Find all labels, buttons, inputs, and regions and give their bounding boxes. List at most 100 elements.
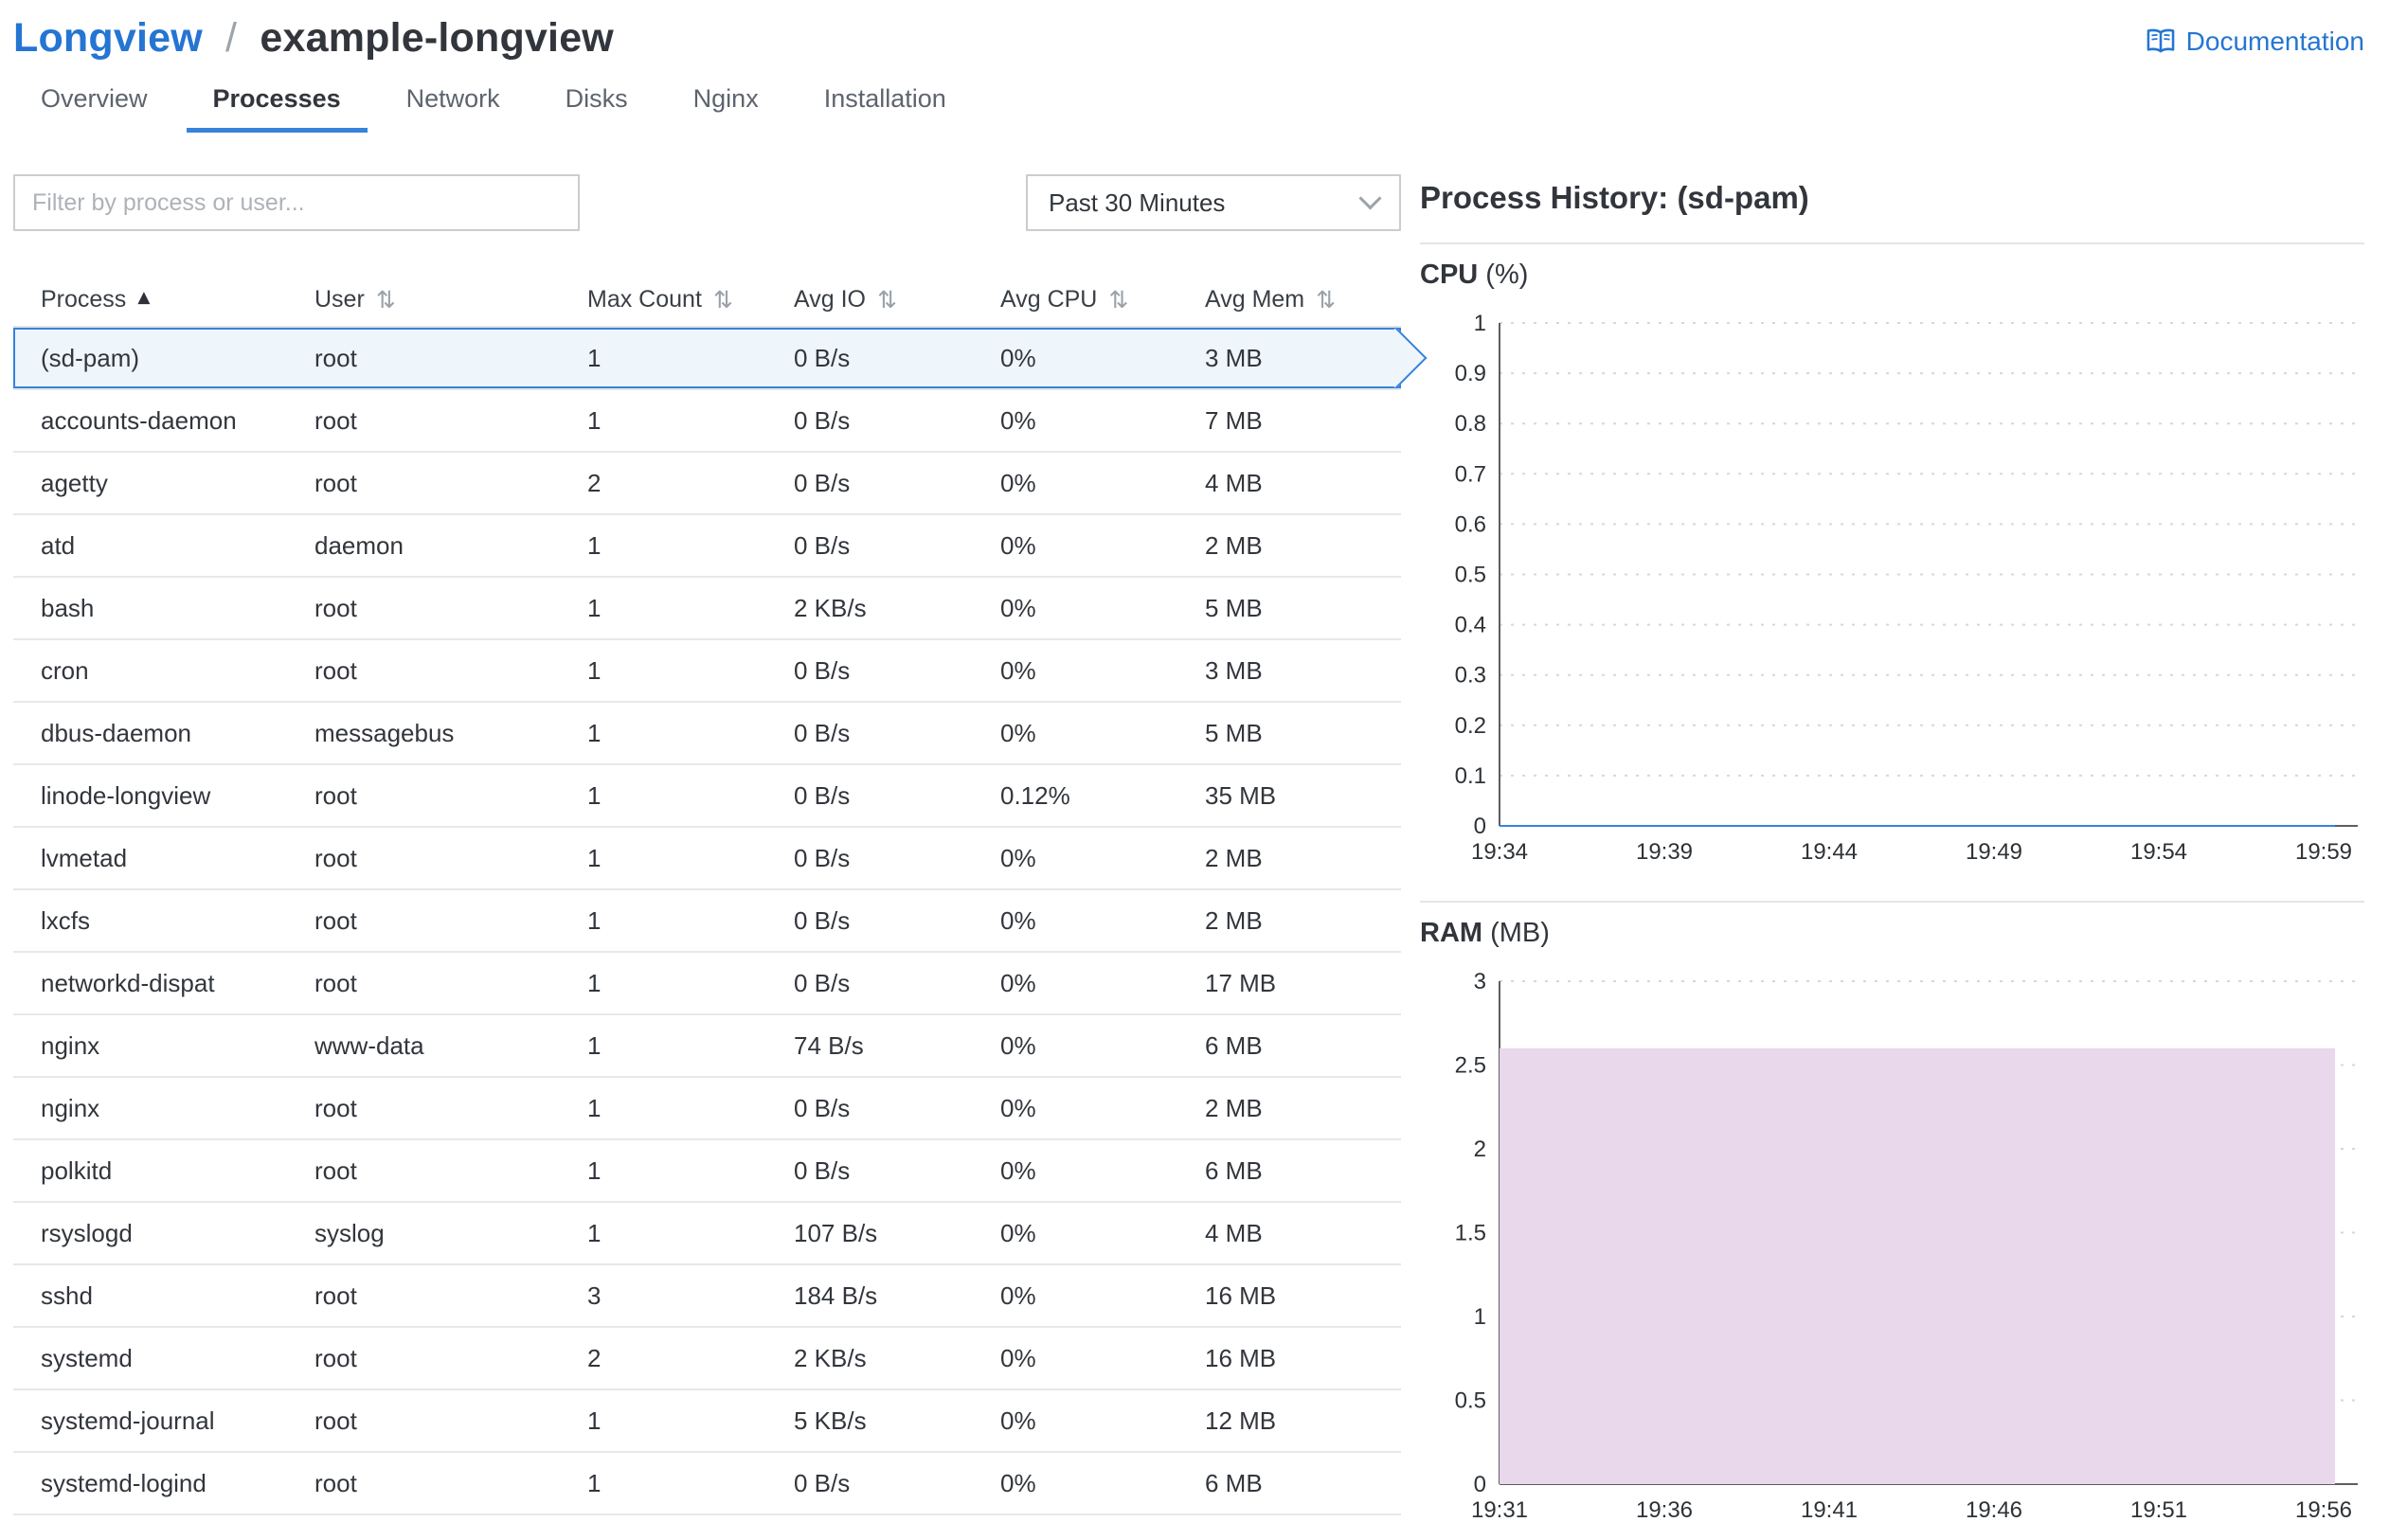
table-row[interactable]: agetty root 2 0 B/s 0% 4 MB (13, 453, 1401, 515)
tabs: Overview Processes Network Disks Nginx Instal… (0, 71, 2389, 133)
cell-avg-mem: 5 MB (1205, 718, 1263, 747)
cell-avg-cpu: 0% (1000, 1280, 1036, 1310)
cell-process: atd (41, 530, 76, 560)
svg-text:0.1: 0.1 (1455, 763, 1486, 789)
cpu-chart-title: CPU (%) (1420, 260, 2364, 291)
cell-process: nginx (41, 1030, 100, 1060)
svg-text:1: 1 (1474, 1304, 1486, 1330)
tab-nginx[interactable]: Nginx (667, 71, 785, 133)
table-row[interactable]: lxcfs root 1 0 B/s 0% 2 MB (13, 890, 1401, 953)
sort-ascending-icon: ▲ (137, 287, 151, 307)
table-row[interactable]: rsyslogd syslog 1 107 B/s 0% 4 MB (13, 1203, 1401, 1265)
cell-avg-cpu: 0.12% (1000, 780, 1070, 810)
table-row[interactable]: systemd-logind root 1 0 B/s 0% 6 MB (13, 1453, 1401, 1515)
sort-icon: ⇅ (1108, 285, 1129, 313)
column-header-avg-io[interactable]: Avg IO ⇅ (794, 286, 1000, 313)
table-body: (sd-pam) root 1 0 B/s 0% 3 MB accounts-daemon r… (13, 327, 1428, 1515)
cell-avg-cpu: 0% (1000, 905, 1036, 935)
cell-user: root (314, 1093, 357, 1122)
cell-user: root (314, 1343, 357, 1372)
column-label: Max Count (587, 285, 702, 313)
cell-max-count: 1 (587, 843, 602, 872)
cell-avg-cpu: 0% (1000, 843, 1036, 872)
cell-max-count: 1 (587, 1406, 602, 1435)
cell-user: root (314, 843, 357, 872)
cell-avg-mem: 6 MB (1205, 1030, 1263, 1060)
tab-installation[interactable]: Installation (798, 71, 973, 133)
table-row[interactable]: nginx root 1 0 B/s 0% 2 MB (13, 1078, 1401, 1140)
table-row[interactable]: dbus-daemon messagebus 1 0 B/s 0% 5 MB (13, 703, 1401, 765)
column-header-avg-cpu[interactable]: Avg CPU ⇅ (1000, 286, 1205, 313)
cell-avg-mem: 4 MB (1205, 1218, 1263, 1247)
cell-process: lxcfs (41, 905, 90, 935)
cell-avg-mem: 16 MB (1205, 1343, 1277, 1372)
cell-process: (sd-pam) (41, 343, 140, 372)
svg-text:1: 1 (1474, 311, 1486, 336)
column-header-user[interactable]: User ⇅ (314, 286, 587, 313)
cell-process: rsyslogd (41, 1218, 133, 1247)
svg-text:0.8: 0.8 (1455, 411, 1486, 437)
tab-network[interactable]: Network (380, 71, 527, 133)
svg-text:0.7: 0.7 (1455, 461, 1486, 487)
column-label: Avg Mem (1205, 285, 1305, 313)
cell-avg-io: 0 B/s (794, 718, 851, 747)
table-row[interactable]: (sd-pam) root 1 0 B/s 0% 3 MB (13, 327, 1428, 390)
documentation-link[interactable]: Documentation (2144, 25, 2364, 59)
table-row[interactable]: polkitd root 1 0 B/s 0% 6 MB (13, 1140, 1401, 1203)
breadcrumb-separator: / (225, 15, 238, 61)
table-row[interactable]: networkd-dispat root 1 0 B/s 0% 17 MB (13, 953, 1401, 1015)
table-row[interactable]: linode-longview root 1 0 B/s 0.12% 35 MB (13, 765, 1401, 828)
table-row[interactable]: bash root 1 2 KB/s 0% 5 MB (13, 578, 1401, 640)
cell-avg-cpu: 0% (1000, 1343, 1036, 1372)
breadcrumb-longview-link[interactable]: Longview (13, 15, 203, 61)
time-range-select[interactable]: Past 30 Minutes (1026, 174, 1401, 231)
svg-text:19:49: 19:49 (1966, 839, 2022, 865)
ram-chart-unit: (MB) (1490, 918, 1550, 948)
cell-avg-cpu: 0% (1000, 1406, 1036, 1435)
svg-text:0.5: 0.5 (1455, 1388, 1486, 1414)
cell-avg-cpu: 0% (1000, 343, 1036, 372)
cell-avg-mem: 17 MB (1205, 968, 1277, 997)
cell-avg-mem: 7 MB (1205, 405, 1263, 435)
svg-text:19:41: 19:41 (1801, 1497, 1858, 1523)
table-row[interactable]: sshd root 3 184 B/s 0% 16 MB (13, 1265, 1401, 1328)
tab-overview[interactable]: Overview (14, 71, 174, 133)
table-row[interactable]: accounts-daemon root 1 0 B/s 0% 7 MB (13, 390, 1401, 453)
sort-icon: ⇅ (1316, 285, 1337, 313)
filter-input[interactable] (13, 174, 580, 231)
cell-avg-mem: 2 MB (1205, 905, 1263, 935)
column-label: Avg CPU (1000, 285, 1098, 313)
tab-processes[interactable]: Processes (186, 71, 368, 133)
column-header-max-count[interactable]: Max Count ⇅ (587, 286, 794, 313)
column-header-avg-mem[interactable]: Avg Mem ⇅ (1205, 286, 1401, 313)
table-row[interactable]: systemd-journal root 1 5 KB/s 0% 12 MB (13, 1390, 1401, 1453)
cell-max-count: 1 (587, 968, 602, 997)
cell-avg-io: 0 B/s (794, 655, 851, 685)
history-title: Process History: (sd-pam) (1420, 180, 1809, 215)
cell-process: linode-longview (41, 780, 211, 810)
cell-avg-cpu: 0% (1000, 1030, 1036, 1060)
cell-avg-cpu: 0% (1000, 968, 1036, 997)
table-header: Process ▲ User ⇅ Max Count ⇅ Avg IO ⇅ Avg CPU ⇅ Av… (13, 273, 1401, 328)
column-header-process[interactable]: Process ▲ (13, 286, 314, 313)
table-row[interactable]: nginx www-data 1 74 B/s 0% 6 MB (13, 1015, 1401, 1078)
table-row[interactable]: cron root 1 0 B/s 0% 3 MB (13, 640, 1401, 703)
svg-text:1.5: 1.5 (1455, 1221, 1486, 1246)
chevron-down-icon (1358, 187, 1382, 210)
cell-max-count: 1 (587, 905, 602, 935)
cell-avg-io: 0 B/s (794, 780, 851, 810)
ram-chart-plot: 3 2.5 2 1.5 1 0.5 019:31 19:36 19:41 19:46 19:51 19… (1455, 969, 2358, 1523)
cell-avg-mem: 16 MB (1205, 1280, 1277, 1310)
cell-process: systemd-journal (41, 1406, 215, 1435)
cell-process: polkitd (41, 1155, 113, 1185)
tab-disks[interactable]: Disks (539, 71, 655, 133)
table-row[interactable]: lvmetad root 1 0 B/s 0% 2 MB (13, 828, 1401, 890)
process-table: Process ▲ User ⇅ Max Count ⇅ Avg IO ⇅ Avg CPU ⇅ Av… (13, 273, 1428, 1515)
cell-user: root (314, 405, 357, 435)
table-row[interactable]: atd daemon 1 0 B/s 0% 2 MB (13, 515, 1401, 578)
time-range-value: Past 30 Minutes (1049, 188, 1226, 217)
svg-text:2.5: 2.5 (1455, 1053, 1486, 1079)
cell-user: root (314, 1468, 357, 1497)
svg-text:0.5: 0.5 (1455, 563, 1486, 588)
table-row[interactable]: systemd root 2 2 KB/s 0% 16 MB (13, 1328, 1401, 1390)
